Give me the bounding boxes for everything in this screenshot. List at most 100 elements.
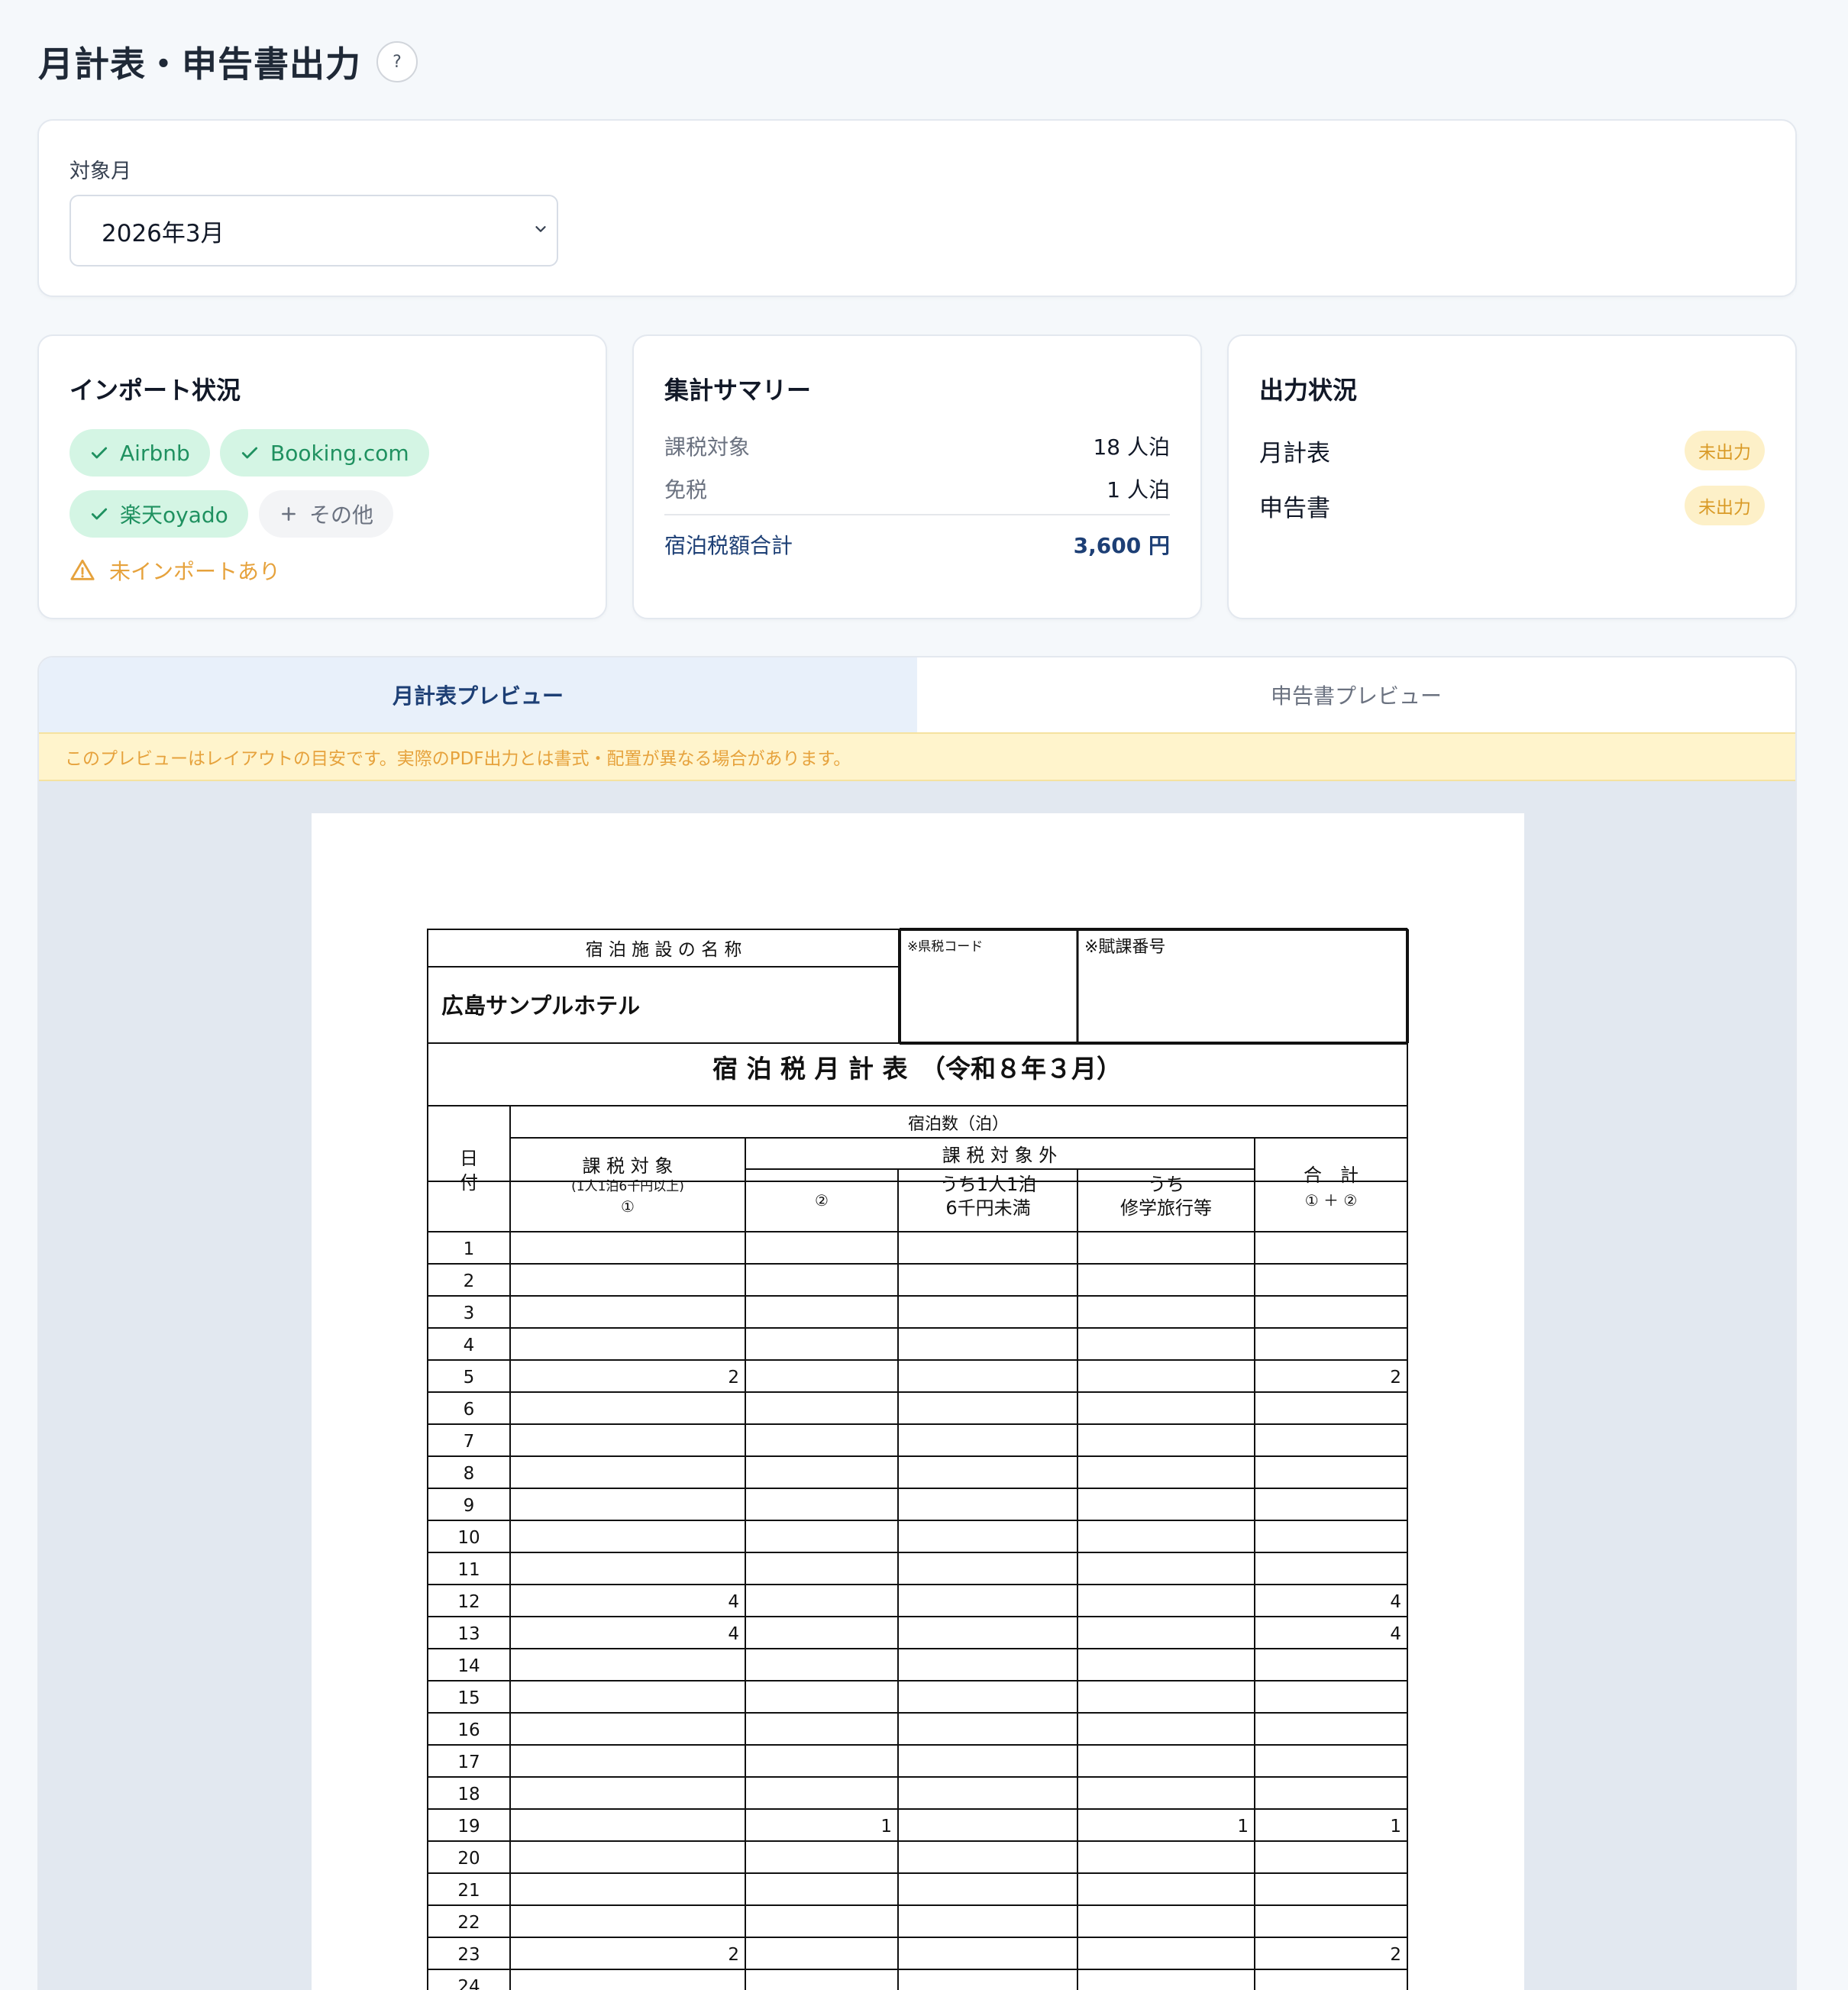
day-cell: 4 (464, 1336, 475, 1355)
preview-panel: 月計表プレビュー 申告書プレビュー このプレビューはレイアウトの目安です。実際の… (37, 656, 1797, 1990)
taxable-cell: 4 (728, 1592, 739, 1612)
tab-monthly-preview[interactable]: 月計表プレビュー (39, 657, 917, 732)
date-header: 日 (460, 1148, 478, 1169)
day-cell: 2 (464, 1271, 475, 1291)
help-icon[interactable]: ? (376, 41, 418, 82)
preview-paper: 宿 泊 施 設 の 名 称広島サンプルホテル ※県税コード ※賦課番号宿 泊 税 月… (312, 813, 1524, 1990)
month-card: 対象月 2026年3月 (37, 119, 1797, 297)
day-cell: 17 (457, 1753, 480, 1772)
summary-row-taxable: 課税対象 18 人泊 (664, 431, 1170, 461)
output-row-monthly: 月計表 未出力 (1259, 431, 1765, 470)
form-rows (428, 1263, 1407, 1970)
status-badge: 未出力 (1685, 486, 1765, 525)
month-select-value: 2026年3月 (102, 219, 225, 247)
nontax-cell: 1 (880, 1817, 892, 1837)
source-label: Airbnb (120, 440, 190, 466)
taxable-header: 課 税 対 象 (583, 1155, 674, 1177)
import-warning: 未インポートあり (69, 555, 280, 586)
day-cell: 24 (457, 1977, 480, 1990)
chevron-down-icon (535, 226, 546, 232)
summary-label: 免税 (664, 477, 708, 502)
source-badge-other[interactable]: その他 (259, 490, 394, 538)
day-cell: 23 (457, 1945, 480, 1965)
source-label: Booking.com (270, 440, 409, 466)
day-cell: 5 (464, 1368, 475, 1388)
nights-header: 宿泊数（泊） (908, 1115, 1009, 1134)
taxable-cell: 4 (728, 1624, 739, 1644)
total-cell: 4 (1390, 1624, 1401, 1644)
taxable-cell: 2 (728, 1945, 739, 1965)
day-cell: 13 (457, 1624, 480, 1644)
import-status-card: インポート状況 Airbnb Booking.com 楽天oyado その他 未… (37, 334, 607, 619)
total-header: 合 計 (1304, 1165, 1359, 1186)
school-header: うち (1148, 1174, 1184, 1195)
day-cell: 14 (457, 1656, 480, 1676)
day-cell: 8 (464, 1464, 475, 1484)
check-icon (241, 447, 258, 459)
day-cell: 20 (457, 1849, 480, 1869)
status-badge: 未出力 (1685, 431, 1765, 470)
preview-tabs: 月計表プレビュー 申告書プレビュー (39, 657, 1795, 732)
summary-card: 集計サマリー 課税対象 18 人泊 免税 1 人泊 宿泊税額合計 3,600 円 (632, 334, 1202, 619)
source-label: その他 (309, 502, 374, 528)
pref-code-label: ※県税コード (907, 939, 983, 955)
check-icon (91, 447, 108, 459)
summary-value: 18 人泊 (1093, 435, 1170, 460)
source-badge-rakuten[interactable]: 楽天oyado (69, 490, 248, 538)
import-warning-text: 未インポートあり (109, 559, 281, 584)
output-status-title: 出力状況 (1259, 376, 1358, 405)
nontaxable-header: 課 税 対 象 外 (942, 1145, 1058, 1166)
summary-row-exempt: 免税 1 人泊 (664, 473, 1170, 504)
day-cell: 22 (457, 1913, 480, 1933)
summary-label: 課税対象 (664, 435, 751, 460)
day-cell: 15 (457, 1688, 480, 1708)
total-cell: 4 (1390, 1592, 1401, 1612)
summary-total-label: 宿泊税額合計 (664, 533, 793, 558)
total-cell: 1 (1390, 1817, 1401, 1837)
page-header: 月計表・申告書出力 ? (38, 37, 418, 87)
summary-row-total: 宿泊税額合計 3,600 円 (664, 529, 1170, 560)
tab-return-preview[interactable]: 申告書プレビュー (917, 657, 1795, 732)
total-cell: 2 (1390, 1945, 1401, 1965)
nontaxable-mark: ② (815, 1191, 829, 1210)
plus-icon (282, 507, 296, 521)
total-cell: 2 (1390, 1368, 1401, 1388)
form-title: 宿 泊 税 月 計 表 （令和８年３月） (712, 1054, 1122, 1084)
summary-title: 集計サマリー (664, 376, 812, 405)
day-cell: 16 (457, 1720, 480, 1740)
day-cell: 21 (457, 1881, 480, 1901)
page-title: 月計表・申告書出力 (38, 44, 361, 85)
output-label: 月計表 (1259, 439, 1330, 467)
source-badge-booking[interactable]: Booking.com (220, 429, 429, 477)
day-cell: 10 (457, 1528, 480, 1548)
day-cell: 3 (464, 1304, 475, 1323)
total-sub: ① ＋ ② (1305, 1191, 1358, 1210)
import-status-title: インポート状況 (69, 376, 241, 405)
facility-name: 広島サンプルホテル (441, 993, 640, 1019)
day-cell: 19 (457, 1817, 480, 1837)
day-cell: 6 (464, 1400, 475, 1420)
output-status-card: 出力状況 月計表 未出力 申告書 未出力 (1227, 334, 1797, 619)
taxable-cell: 2 (728, 1368, 739, 1388)
tax-no-label: ※賦課番号 (1084, 938, 1165, 957)
output-label: 申告書 (1259, 494, 1330, 522)
day-cell: 9 (464, 1496, 475, 1516)
day-cell: 11 (457, 1560, 480, 1580)
school-cell: 1 (1237, 1817, 1249, 1837)
school-header: 修学旅行等 (1120, 1197, 1212, 1219)
under6k-header: 6千円未満 (945, 1197, 1030, 1219)
day-cell: 7 (464, 1432, 475, 1452)
summary-total-value: 3,600 円 (1073, 533, 1170, 558)
day-cell: 12 (457, 1592, 480, 1612)
monthly-form: 宿 泊 施 設 の 名 称広島サンプルホテル ※県税コード ※賦課番号宿 泊 税 月… (427, 928, 1409, 1990)
taxable-sub: (1人1泊6千円以上) (571, 1179, 684, 1194)
output-row-return: 申告書 未出力 (1259, 486, 1765, 525)
date-header: 付 (460, 1172, 478, 1194)
day-cell: 1 (464, 1239, 475, 1259)
under6k-header: うち1人1泊 (940, 1174, 1037, 1195)
source-label: 楽天oyado (120, 502, 228, 528)
month-label: 対象月 (69, 160, 131, 183)
month-select[interactable]: 2026年3月 (69, 195, 558, 267)
summary-divider (664, 514, 1170, 515)
source-badge-airbnb[interactable]: Airbnb (69, 429, 210, 477)
